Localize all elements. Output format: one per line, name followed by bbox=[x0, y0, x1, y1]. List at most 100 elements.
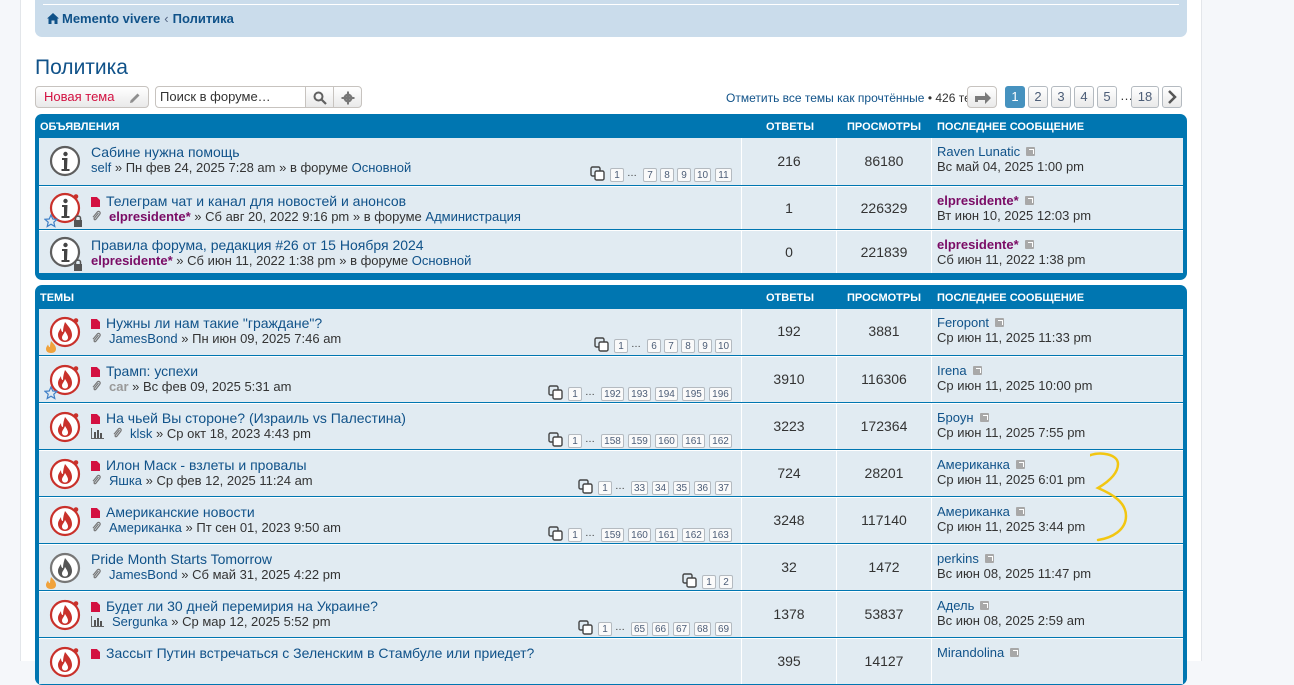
topic-page-link[interactable]: 37 bbox=[715, 481, 732, 495]
last-post-author[interactable]: Irena bbox=[937, 363, 982, 378]
topic-page-link[interactable]: 195 bbox=[682, 387, 705, 401]
view-last-post-icon[interactable] bbox=[995, 318, 1005, 327]
search-button[interactable] bbox=[305, 86, 334, 108]
view-last-post-icon[interactable] bbox=[1026, 147, 1036, 156]
topic-page-link[interactable]: 161 bbox=[682, 434, 705, 448]
topic-page-link[interactable]: 9 bbox=[677, 168, 691, 182]
topic-page-link[interactable]: 162 bbox=[682, 528, 705, 542]
advanced-search-button[interactable] bbox=[333, 86, 362, 108]
last-post-author[interactable]: Адель bbox=[937, 598, 990, 613]
breadcrumb-home[interactable]: Memento vivere bbox=[62, 11, 160, 26]
topic-page-link[interactable]: 194 bbox=[655, 387, 678, 401]
last-post-user[interactable]: Адель bbox=[937, 598, 974, 613]
unread-post-icon[interactable] bbox=[91, 197, 100, 207]
page-link[interactable]: 5 bbox=[1097, 86, 1117, 108]
topic-page-link[interactable]: 65 bbox=[631, 622, 648, 636]
last-post-author[interactable]: perkins bbox=[937, 551, 994, 566]
topic-page-link[interactable]: 1 bbox=[568, 434, 582, 448]
last-post-user[interactable]: Irena bbox=[937, 363, 967, 378]
mark-read-link[interactable]: Отметить все темы как прочтённые bbox=[726, 91, 924, 105]
topic-title[interactable]: Сабине нужна помощь bbox=[91, 144, 240, 160]
forum-link[interactable]: Основной bbox=[412, 253, 472, 268]
last-post-user[interactable]: Mirandolina bbox=[937, 645, 1004, 660]
topic-page-link[interactable]: 9 bbox=[698, 339, 712, 353]
view-last-post-icon[interactable] bbox=[984, 554, 994, 563]
view-last-post-icon[interactable] bbox=[1010, 648, 1020, 657]
topic-page-link[interactable]: 1 bbox=[702, 575, 716, 589]
topic-page-link[interactable]: 1 bbox=[610, 168, 624, 182]
new-topic-button[interactable]: Новая тема bbox=[35, 86, 149, 108]
topic-page-link[interactable]: 66 bbox=[652, 622, 669, 636]
page-link[interactable]: 2 bbox=[1028, 86, 1048, 108]
topic-page-link[interactable]: 10 bbox=[715, 339, 732, 353]
topic-page-link[interactable]: 36 bbox=[694, 481, 711, 495]
jump-to-page-button[interactable] bbox=[967, 86, 997, 108]
last-post-author[interactable]: Броун bbox=[937, 410, 989, 425]
topic-page-link[interactable]: 10 bbox=[694, 168, 711, 182]
last-post-user[interactable]: Броун bbox=[937, 410, 974, 425]
topic-title[interactable]: Нужны ли нам такие "граждане"? bbox=[106, 315, 322, 331]
topic-page-link[interactable]: 8 bbox=[681, 339, 695, 353]
topic-page-link[interactable]: 67 bbox=[673, 622, 690, 636]
topic-author[interactable]: elpresidente* bbox=[91, 253, 173, 268]
topic-page-link[interactable]: 35 bbox=[673, 481, 690, 495]
forum-link[interactable]: Администрация bbox=[425, 209, 521, 224]
topic-title[interactable]: Американские новости bbox=[106, 504, 255, 520]
unread-post-icon[interactable] bbox=[91, 319, 100, 329]
view-last-post-icon[interactable] bbox=[1015, 507, 1025, 516]
topic-page-link[interactable]: 192 bbox=[601, 387, 624, 401]
topic-page-link[interactable]: 158 bbox=[601, 434, 624, 448]
topic-page-link[interactable]: 160 bbox=[655, 434, 678, 448]
view-last-post-icon[interactable] bbox=[980, 601, 990, 610]
view-last-post-icon[interactable] bbox=[1024, 196, 1034, 205]
unread-post-icon[interactable] bbox=[91, 367, 100, 377]
topic-page-link[interactable]: 1 bbox=[614, 339, 628, 353]
page-title[interactable]: Политика bbox=[35, 56, 128, 80]
topic-page-link[interactable]: 69 bbox=[715, 622, 732, 636]
topic-title[interactable]: Илон Маск - взлеты и провалы bbox=[106, 457, 307, 473]
view-last-post-icon[interactable] bbox=[1015, 460, 1025, 469]
page-link[interactable]: 3 bbox=[1051, 86, 1071, 108]
topic-page-link[interactable]: 163 bbox=[709, 528, 732, 542]
topic-page-link[interactable]: 159 bbox=[601, 528, 624, 542]
last-post-user[interactable]: Американка bbox=[937, 457, 1010, 472]
unread-post-icon[interactable] bbox=[91, 508, 100, 518]
view-last-post-icon[interactable] bbox=[972, 366, 982, 375]
page-link[interactable]: 4 bbox=[1074, 86, 1094, 108]
topic-title[interactable]: Правила форума, редакция #26 от 15 Ноябр… bbox=[91, 237, 424, 253]
topic-page-link[interactable]: 7 bbox=[643, 168, 657, 182]
topic-page-link[interactable]: 33 bbox=[631, 481, 648, 495]
unread-post-icon[interactable] bbox=[91, 414, 100, 424]
topic-title[interactable]: На чьей Вы стороне? (Израиль vs Палестин… bbox=[106, 410, 406, 426]
topic-title[interactable]: Зассыт Путин встречаться с Зеленским в С… bbox=[106, 645, 534, 661]
last-post-author[interactable]: elpresidente* bbox=[937, 193, 1034, 208]
last-post-user[interactable]: elpresidente* bbox=[937, 237, 1019, 252]
topic-page-link[interactable]: 161 bbox=[655, 528, 678, 542]
topic-page-link[interactable]: 162 bbox=[709, 434, 732, 448]
topic-title[interactable]: Будет ли 30 дней перемирия на Украине? bbox=[106, 598, 378, 614]
last-post-user[interactable]: elpresidente* bbox=[937, 193, 1019, 208]
breadcrumb-current[interactable]: Политика bbox=[173, 11, 234, 26]
last-post-author[interactable]: Mirandolina bbox=[937, 645, 1020, 660]
topic-page-link[interactable]: 1 bbox=[598, 481, 612, 495]
topic-page-link[interactable]: 8 bbox=[660, 168, 674, 182]
last-post-author[interactable]: elpresidente* bbox=[937, 237, 1034, 252]
topic-page-link[interactable]: 193 bbox=[628, 387, 651, 401]
topic-author[interactable]: elpresidente* bbox=[109, 209, 191, 224]
topic-page-link[interactable]: 11 bbox=[715, 168, 732, 182]
unread-post-icon[interactable] bbox=[91, 649, 100, 659]
topic-title[interactable]: Pride Month Starts Tomorrow bbox=[91, 551, 272, 567]
topic-page-link[interactable]: 196 bbox=[709, 387, 732, 401]
next-page-button[interactable] bbox=[1162, 86, 1182, 108]
last-post-author[interactable]: Американка bbox=[937, 457, 1025, 472]
topic-page-link[interactable]: 2 bbox=[719, 575, 733, 589]
last-post-author[interactable]: Американка bbox=[937, 504, 1025, 519]
last-post-user[interactable]: perkins bbox=[937, 551, 979, 566]
unread-post-icon[interactable] bbox=[91, 461, 100, 471]
view-last-post-icon[interactable] bbox=[979, 413, 989, 422]
topic-page-link[interactable]: 1 bbox=[568, 387, 582, 401]
last-post-user[interactable]: Raven Lunatic bbox=[937, 144, 1020, 159]
topic-page-link[interactable]: 34 bbox=[652, 481, 669, 495]
last-post-author[interactable]: Feropont bbox=[937, 315, 1005, 330]
topic-title[interactable]: Трамп: успехи bbox=[106, 363, 198, 379]
